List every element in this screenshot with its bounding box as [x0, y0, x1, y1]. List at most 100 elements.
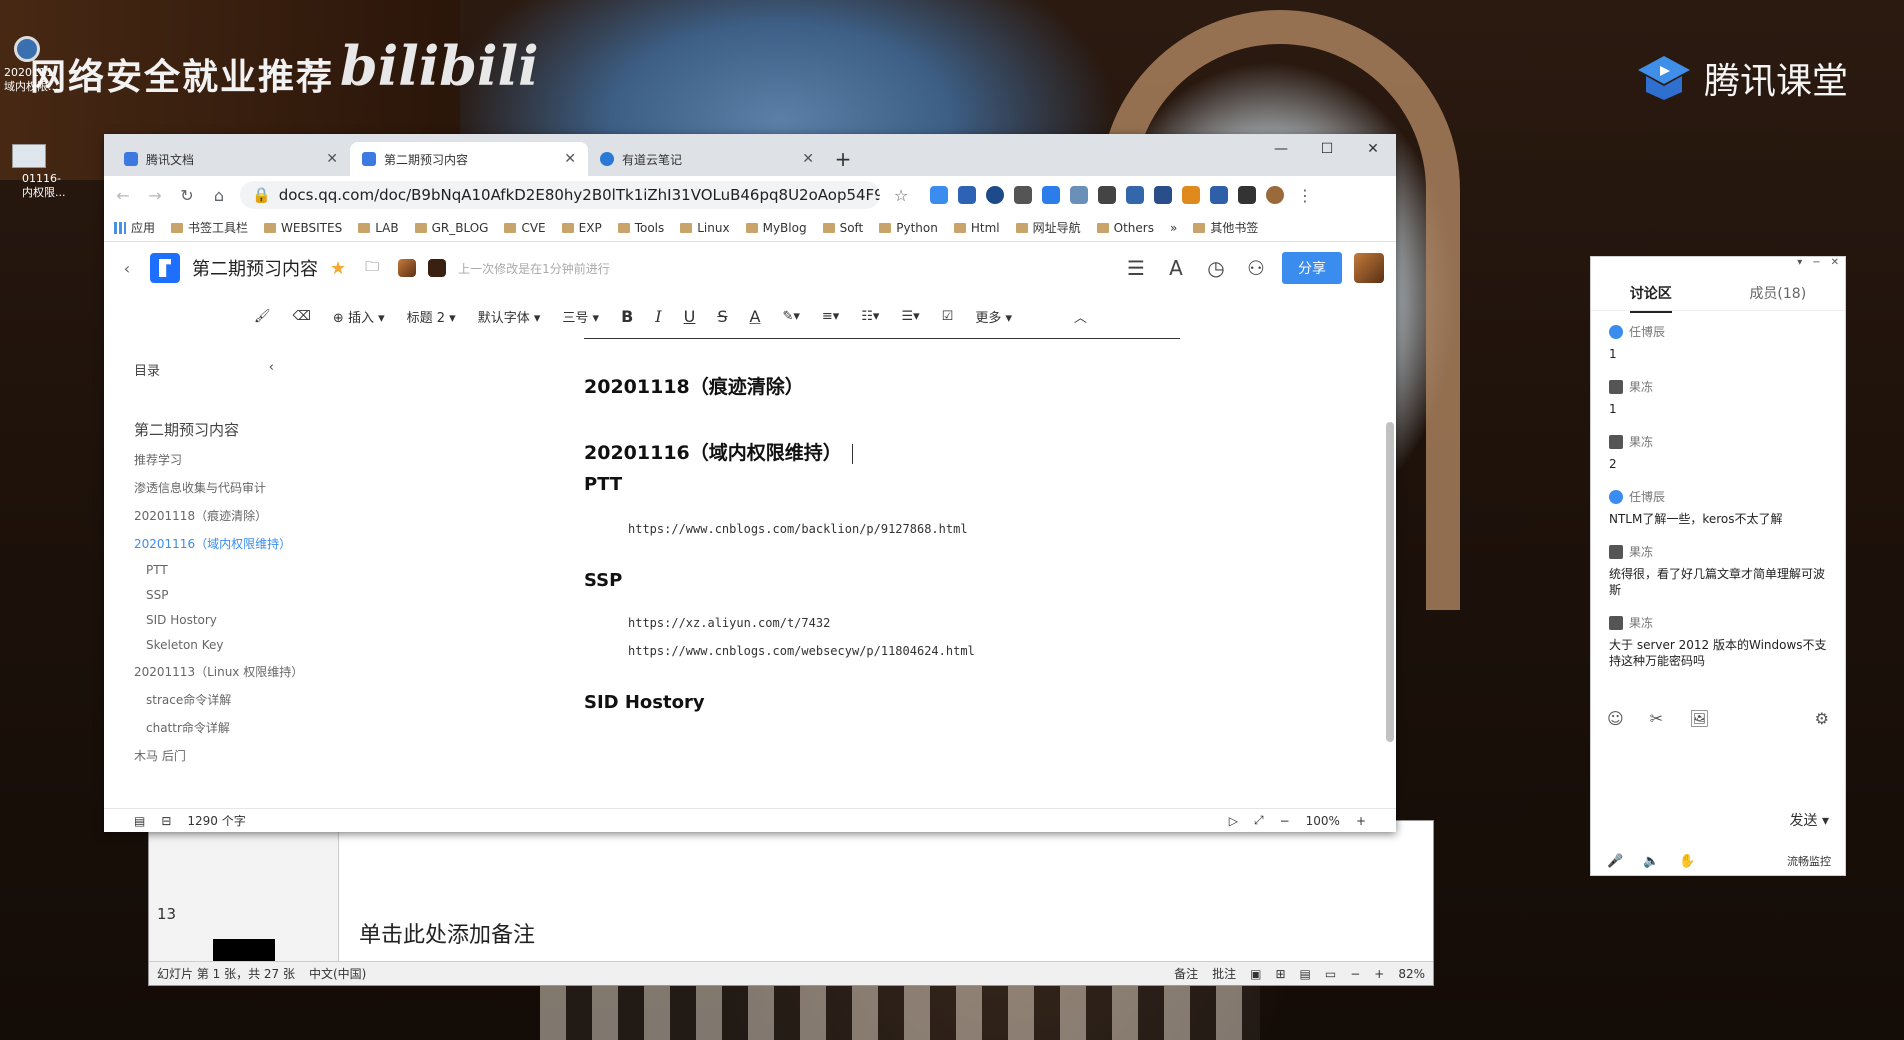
folder-icon[interactable]: 🗀	[358, 256, 386, 280]
toc-item[interactable]: 20201118（痕迹清除）	[134, 507, 294, 524]
toc-item[interactable]: 第二期预习内容	[134, 419, 294, 440]
normal-view-icon[interactable]: ▣	[1250, 967, 1261, 981]
extension-icon[interactable]	[1042, 186, 1060, 204]
heading-ptt[interactable]: PTT	[584, 474, 622, 495]
slide-thumbnail[interactable]	[213, 939, 275, 963]
extension-icon[interactable]	[1098, 186, 1116, 204]
comments-button[interactable]: 批注	[1212, 965, 1236, 982]
toc-item[interactable]: PTT	[134, 563, 294, 577]
back-chevron-icon[interactable]: ‹	[116, 257, 138, 279]
settings-icon[interactable]: ⚙	[1815, 709, 1829, 728]
link-ptt[interactable]: https://www.cnblogs.com/backlion/p/91278…	[628, 522, 968, 536]
tab-preview-content[interactable]: 第二期预习内容 ✕	[350, 142, 588, 176]
toc-item[interactable]: SSP	[134, 588, 294, 602]
slideshow-icon[interactable]: ▭	[1325, 967, 1336, 981]
collaborator-avatar[interactable]	[398, 259, 417, 277]
desktop-icon-ppt[interactable]: 01116- 内权限...	[4, 144, 74, 200]
desktop-icon-chrome[interactable]: 2020111 域内权限...	[4, 36, 74, 94]
italic-button[interactable]: I	[655, 307, 661, 326]
reload-icon[interactable]: ↻	[176, 184, 198, 206]
bookmark-item[interactable]: Soft	[822, 221, 863, 235]
bookmark-item[interactable]: 书签工具栏	[171, 219, 248, 236]
tab-tencent-docs[interactable]: 腾讯文档 ✕	[112, 142, 350, 176]
tab-youdao-note[interactable]: 有道云笔记 ✕	[588, 142, 826, 176]
toc-item[interactable]: 木马 后门	[134, 747, 294, 764]
bookmark-item[interactable]: CVE	[504, 221, 546, 235]
close-icon[interactable]: ✕	[802, 151, 814, 167]
scrollbar[interactable]	[1386, 422, 1394, 982]
back-icon[interactable]: ←	[112, 184, 134, 206]
zoom-out-icon[interactable]: −	[1280, 814, 1290, 828]
scissors-icon[interactable]: ✂	[1650, 709, 1663, 728]
new-tab-button[interactable]: +	[826, 142, 860, 176]
image-icon[interactable]: 🖼	[1689, 709, 1709, 728]
zoom-out-icon[interactable]: −	[1350, 967, 1360, 981]
toc-item[interactable]: strace命令详解	[134, 691, 294, 708]
slide-thumbnails[interactable]: 13	[149, 821, 339, 963]
highlight-icon[interactable]: ✎▾	[782, 309, 799, 324]
tab-members[interactable]: 成员(18)	[1749, 283, 1806, 303]
heading-ssp[interactable]: SSP	[584, 570, 622, 591]
collaborator-avatar[interactable]	[428, 259, 447, 277]
numbered-list-icon[interactable]: ☰▾	[901, 309, 919, 324]
sorter-view-icon[interactable]: ⊞	[1275, 967, 1285, 981]
send-button[interactable]: 发送 ▾	[1790, 810, 1829, 830]
extension-icon[interactable]	[1014, 186, 1032, 204]
star-icon[interactable]: ★	[330, 258, 346, 279]
zoom-in-icon[interactable]: +	[1374, 967, 1384, 981]
toc-collapse-icon[interactable]: ‹	[269, 360, 274, 379]
bookmark-item[interactable]: GR_BLOG	[414, 221, 488, 235]
link-ssp-aliyun[interactable]: https://xz.aliyun.com/t/7432	[628, 616, 830, 630]
font-color-button[interactable]: A	[749, 307, 760, 326]
text-format-icon[interactable]: A	[1162, 256, 1190, 280]
close-window-icon[interactable]: ✕	[1350, 134, 1396, 164]
hand-icon[interactable]: ✋	[1679, 854, 1695, 869]
extension-icon[interactable]	[1126, 186, 1144, 204]
underline-button[interactable]: U	[684, 307, 696, 326]
toc-item[interactable]: SID Hostory	[134, 613, 294, 627]
extension-icon[interactable]	[986, 186, 1004, 204]
reading-view-icon[interactable]: ▤	[1300, 967, 1311, 981]
extension-icon[interactable]	[958, 186, 976, 204]
list-icon[interactable]: ☰	[1122, 256, 1150, 280]
bookmark-item[interactable]: WEBSITES	[264, 221, 342, 235]
font-select[interactable]: 默认字体 ▾	[478, 307, 541, 326]
link-ssp-cnblogs[interactable]: https://www.cnblogs.com/websecyw/p/11804…	[628, 644, 975, 658]
outline-icon[interactable]: ▤	[134, 814, 145, 828]
more-button[interactable]: 更多 ▾	[975, 307, 1012, 326]
emoji-icon[interactable]: ☺	[1607, 709, 1624, 728]
bookmark-item[interactable]: MyBlog	[745, 221, 807, 235]
bookmark-item[interactable]: Linux	[680, 221, 730, 235]
speaker-icon[interactable]: 🔈	[1643, 854, 1659, 869]
strikethrough-button[interactable]: S	[717, 307, 727, 326]
zoom-in-icon[interactable]: +	[1356, 814, 1366, 828]
comment-mode-icon[interactable]: ⊟	[161, 814, 171, 828]
close-icon[interactable]: ✕	[564, 151, 576, 167]
align-icon[interactable]: ≡▾	[822, 309, 839, 324]
toc-item[interactable]: 推荐学习	[134, 451, 294, 468]
bookmark-item[interactable]: Python	[879, 221, 938, 235]
extension-icon[interactable]	[1210, 186, 1228, 204]
present-icon[interactable]: ▷	[1229, 814, 1238, 828]
heading-sid-history[interactable]: SID Hostory	[584, 692, 705, 713]
bookmark-item[interactable]: 网址导航	[1015, 219, 1081, 236]
toc-item-active[interactable]: 20201116（域内权限维持）	[134, 535, 294, 552]
share-button[interactable]: 分享	[1282, 252, 1342, 284]
bookmark-item[interactable]: Others	[1096, 221, 1154, 235]
toc-item[interactable]: 渗透信息收集与代码审计	[134, 479, 294, 496]
extension-icon[interactable]	[930, 186, 948, 204]
scrollbar-thumb[interactable]	[1386, 422, 1394, 742]
clear-format-icon[interactable]: ⌫	[293, 309, 311, 324]
extension-icon[interactable]	[1238, 186, 1256, 204]
notes-placeholder[interactable]: 单击此处添加备注	[359, 917, 535, 949]
pin-icon[interactable]: ▾	[1797, 257, 1802, 275]
doc-title[interactable]: 第二期预习内容	[192, 255, 318, 281]
home-icon[interactable]: ⌂	[208, 184, 230, 206]
bookmark-item[interactable]: LAB	[358, 221, 399, 235]
tencent-docs-logo[interactable]	[150, 253, 180, 283]
bookmark-item[interactable]: Html	[953, 221, 1000, 235]
bullet-list-icon[interactable]: ☷▾	[861, 309, 879, 324]
notes-button[interactable]: 备注	[1174, 965, 1198, 982]
format-painter-icon[interactable]: 🖌	[254, 309, 271, 324]
bookmark-star-icon[interactable]: ☆	[890, 184, 912, 206]
